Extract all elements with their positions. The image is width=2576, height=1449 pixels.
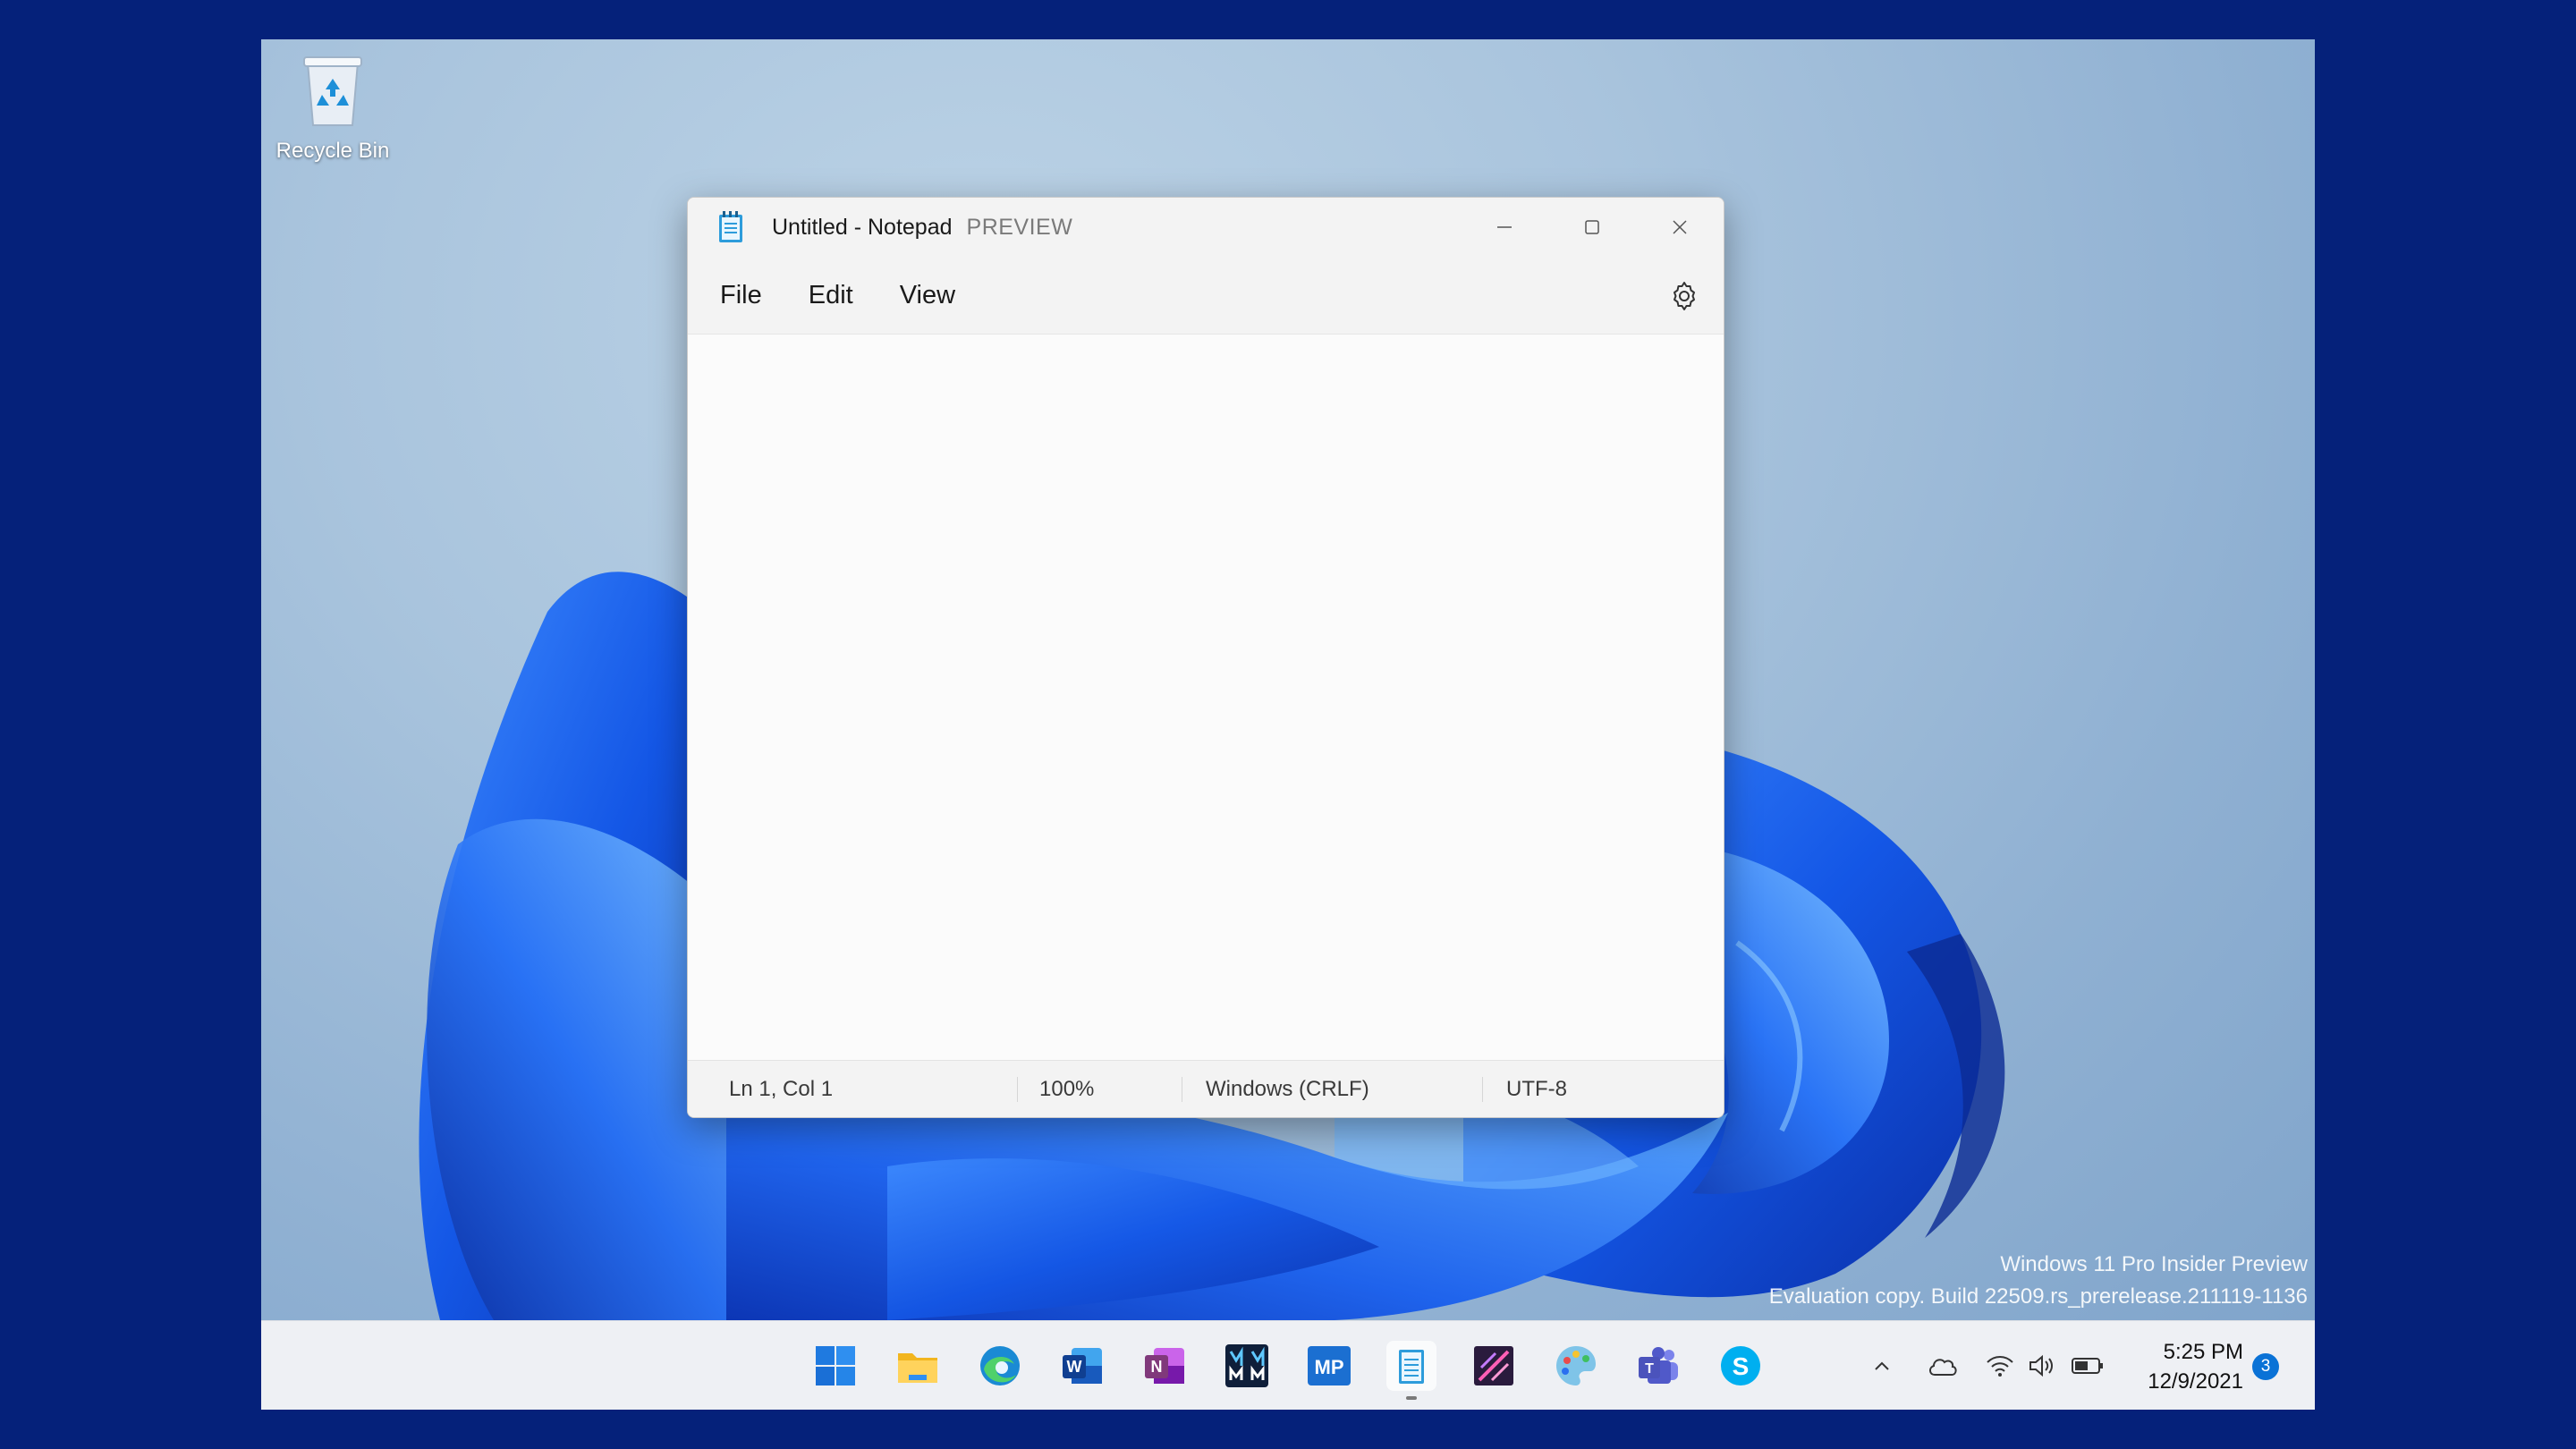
taskbar-notepad[interactable] [1386, 1341, 1436, 1400]
start-icon[interactable] [810, 1341, 860, 1391]
evaluation-watermark: Windows 11 Pro Insider Preview Evaluatio… [1769, 1249, 2308, 1313]
skype-icon[interactable]: S [1716, 1341, 1766, 1391]
wifi-icon [1987, 1356, 2013, 1377]
desktop: Recycle Bin Untitled - Notepad PREVIEW F… [261, 39, 2315, 1410]
show-hidden-icons-button[interactable] [1864, 1348, 1900, 1384]
close-icon [1673, 220, 1687, 234]
status-cursor-position: Ln 1, Col 1 [729, 1076, 834, 1101]
svg-text:T: T [1645, 1361, 1654, 1377]
paint-palette-icon[interactable] [1551, 1341, 1601, 1391]
title-bar[interactable]: Untitled - Notepad PREVIEW [688, 198, 1724, 257]
app-mp-icon[interactable]: MP [1304, 1341, 1354, 1391]
recycle-bin[interactable]: Recycle Bin [270, 52, 395, 222]
onenote-icon[interactable]: N [1140, 1341, 1190, 1391]
recycle-bin-icon [303, 56, 362, 126]
maximize-icon [1585, 220, 1599, 234]
window-title: Untitled - Notepad [772, 214, 953, 240]
teams-icon[interactable]: T [1633, 1341, 1683, 1391]
status-zoom: 100% [1017, 1076, 1182, 1102]
svg-text:N: N [1151, 1358, 1163, 1376]
notepad-icon [1399, 1350, 1424, 1384]
watermark-edition: Windows 11 Pro Insider Preview [2000, 1252, 2308, 1276]
minimize-icon [1497, 226, 1512, 228]
text-editor[interactable] [688, 334, 1724, 1060]
svg-text:MP: MP [1315, 1356, 1344, 1378]
watermark-build: Evaluation copy. Build 22509.rs_prerelea… [1768, 1284, 2308, 1309]
minimize-button[interactable] [1461, 198, 1548, 257]
recycle-bin-label: Recycle Bin [275, 139, 390, 163]
wifi-button[interactable] [1982, 1348, 2018, 1384]
onedrive-button[interactable] [1925, 1348, 1961, 1384]
status-encoding: UTF-8 [1482, 1076, 1567, 1102]
paint-app-icon[interactable] [1469, 1341, 1519, 1391]
svg-text:W: W [1067, 1358, 1082, 1376]
menu-view[interactable]: View [877, 272, 979, 319]
clock-date: 12/9/2021 [2148, 1369, 2243, 1394]
settings-gear-icon[interactable] [1668, 280, 1700, 312]
taskbar: W N MP T S 5:25 PM 12/9/2021 3 [261, 1320, 2315, 1410]
file-explorer-icon[interactable] [893, 1341, 943, 1391]
active-indicator [1406, 1396, 1417, 1400]
menu-file[interactable]: File [697, 272, 785, 319]
taskbar-clock[interactable]: 5:25 PM 12/9/2021 [2148, 1337, 2243, 1396]
preview-badge: PREVIEW [966, 214, 1073, 240]
menu-bar: File Edit View [688, 257, 1724, 334]
menu-edit[interactable]: Edit [785, 272, 877, 319]
svg-text:S: S [1733, 1352, 1750, 1380]
status-line-ending: Windows (CRLF) [1182, 1076, 1482, 1102]
notepad-window[interactable]: Untitled - Notepad PREVIEW File Edit Vie… [687, 197, 1724, 1118]
notification-badge[interactable]: 3 [2252, 1353, 2279, 1380]
battery-button[interactable] [2070, 1348, 2106, 1384]
app-mm-icon[interactable] [1222, 1341, 1272, 1391]
clock-time: 5:25 PM [2163, 1340, 2243, 1364]
volume-button[interactable] [2023, 1348, 2059, 1384]
close-button[interactable] [1636, 198, 1724, 257]
notepad-icon [719, 211, 742, 242]
edge-icon[interactable] [975, 1341, 1025, 1391]
battery-icon [2072, 1358, 2103, 1374]
chevron-up-icon [1875, 1361, 1889, 1370]
cloud-icon [1929, 1359, 1957, 1376]
word-icon[interactable]: W [1057, 1341, 1107, 1391]
maximize-button[interactable] [1548, 198, 1636, 257]
speaker-icon [2029, 1354, 2053, 1377]
status-bar: Ln 1, Col 1 100% Windows (CRLF) UTF-8 [688, 1060, 1724, 1117]
